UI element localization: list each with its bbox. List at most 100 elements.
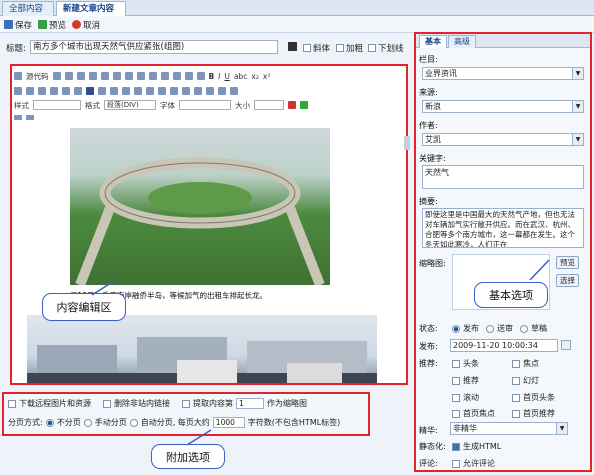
size-select[interactable] [254, 100, 284, 110]
format-select[interactable]: 段落(DIV) [104, 100, 156, 110]
cut-icon[interactable] [76, 72, 85, 80]
anchor-icon[interactable] [146, 87, 154, 95]
title-input[interactable]: 南方多个城市出现天然气供应紧张(组图) [30, 40, 278, 54]
undo-icon[interactable] [136, 72, 145, 80]
bold-checkbox[interactable]: 加粗 [336, 42, 363, 54]
tab-new-article[interactable]: 新建文章内容 [56, 1, 126, 16]
indent-icon[interactable] [50, 87, 58, 95]
status-review-option[interactable]: 送审 [486, 323, 513, 334]
save-button[interactable]: 保存 [4, 18, 32, 31]
recommend-home-focus-checkbox[interactable]: 首页焦点 [452, 408, 495, 419]
extract-index-input[interactable]: 1 [236, 398, 264, 409]
outdent-icon[interactable] [38, 87, 46, 95]
special-char-icon[interactable] [218, 87, 226, 95]
strike-icon[interactable]: abc [234, 72, 247, 81]
quality-value: 非精华 [453, 424, 477, 433]
auto-paging-label: 自动分页, 每页大约 [140, 418, 210, 427]
recommend-recommend-checkbox[interactable]: 推荐 [452, 375, 479, 386]
summary-textarea[interactable]: 即使这里是中国最大的天然气产地，但也无法对车辆加气实行敞开供应。而在武汉、杭州、… [422, 208, 584, 248]
recommend-focus-checkbox[interactable]: 焦点 [512, 358, 539, 369]
link-icon[interactable] [122, 87, 130, 95]
author-label: 作者: [419, 121, 438, 130]
remove-links-checkbox[interactable] [103, 399, 111, 408]
font-select[interactable] [179, 100, 231, 110]
style-select[interactable] [33, 100, 81, 110]
tab-basic[interactable]: 基本 [419, 35, 447, 48]
flash-icon[interactable] [170, 87, 178, 95]
recommend-home-recommend-checkbox[interactable]: 首页推荐 [512, 408, 555, 419]
select-all-icon[interactable] [184, 72, 193, 80]
select-thumb-button[interactable]: 选择 [556, 274, 579, 287]
calendar-icon[interactable] [561, 340, 571, 350]
cancel-button[interactable]: 取消 [72, 18, 100, 31]
text-color-icon[interactable] [288, 101, 296, 109]
bold-icon[interactable]: B [209, 72, 215, 81]
preview-label: 预览 [49, 20, 67, 31]
underline-checkbox[interactable]: 下划线 [368, 42, 404, 54]
smiley-icon[interactable] [206, 87, 214, 95]
preview-thumb-button[interactable]: 预览 [556, 256, 579, 269]
recommend-home-headline-checkbox[interactable]: 首页头条 [512, 392, 555, 403]
italic-checkbox[interactable]: 斜体 [303, 42, 330, 54]
summary-label: 摘要: [419, 197, 438, 206]
status-publish-option[interactable]: 发布 [452, 323, 479, 334]
status-draft-option[interactable]: 草稿 [520, 323, 547, 334]
preview-button[interactable]: 预览 [38, 18, 66, 31]
recommend-slide-checkbox[interactable]: 幻灯 [512, 375, 539, 386]
keywords-input[interactable]: 天然气 [422, 165, 584, 189]
bg-color-icon[interactable] [300, 101, 308, 109]
download-remote-checkbox[interactable] [8, 399, 16, 408]
replace-icon[interactable] [172, 72, 181, 80]
preview-doc-icon[interactable] [64, 72, 73, 80]
source-label[interactable]: 源代码 [26, 71, 49, 82]
recommend-home-recommend-label: 首页推荐 [523, 409, 555, 418]
redo-icon[interactable] [148, 72, 157, 80]
manual-paging-radio[interactable] [83, 418, 92, 427]
new-page-icon[interactable] [52, 72, 61, 80]
rule-icon[interactable] [194, 87, 202, 95]
author-select[interactable]: 艾凯 ▼ [422, 133, 584, 146]
paste-icon[interactable] [100, 72, 109, 80]
quality-select[interactable]: 非精华 ▼ [450, 422, 568, 435]
italic-icon[interactable]: I [218, 72, 220, 81]
tab-advanced[interactable]: 高级 [448, 35, 476, 48]
allow-comment-checkbox[interactable]: 允许评论 [452, 458, 495, 469]
unordered-list-icon[interactable] [26, 87, 34, 95]
editor-content-area[interactable]: 月13日，重庆南岸融侨半岛，等候加气的出租车排起长龙。 [12, 120, 406, 383]
paste-text-icon[interactable] [112, 72, 121, 80]
unlink-icon[interactable] [134, 87, 142, 95]
table-icon[interactable] [182, 87, 190, 95]
publish-date-input[interactable]: 2009-11-20 10:00:34 [450, 339, 558, 352]
align-right-icon[interactable] [98, 87, 106, 95]
chars-per-page-input[interactable]: 1000 [212, 417, 245, 428]
justify-icon[interactable] [110, 87, 118, 95]
align-center-icon[interactable] [86, 87, 94, 95]
extract-content-checkbox[interactable] [182, 399, 190, 408]
underline-icon[interactable]: U [224, 72, 230, 81]
align-left-icon[interactable] [74, 87, 82, 95]
recommend-scroll-checkbox[interactable]: 滚动 [452, 392, 479, 403]
auto-paging-radio[interactable] [129, 418, 138, 427]
subscript-icon[interactable]: x₂ [251, 72, 258, 81]
recommend-scroll-label: 滚动 [463, 393, 479, 402]
recommend-headline-checkbox[interactable]: 头条 [452, 358, 479, 369]
tab-all-content[interactable]: 全部内容 [2, 1, 54, 16]
remove-format-icon[interactable] [196, 72, 205, 80]
superscript-icon[interactable]: x² [263, 72, 270, 81]
find-icon[interactable] [160, 72, 169, 80]
recommend-slide-label: 幻灯 [523, 376, 539, 385]
copy-icon[interactable] [88, 72, 97, 80]
blockquote-icon[interactable] [62, 87, 70, 95]
source-icon[interactable] [14, 72, 22, 80]
paste-word-icon[interactable] [124, 72, 133, 80]
page-break-icon[interactable] [230, 87, 238, 95]
generate-html-checkbox[interactable]: 生成HTML [452, 441, 501, 452]
column-select[interactable]: 业界资讯 ▼ [422, 67, 584, 80]
color-picker-icon[interactable] [288, 42, 297, 51]
splitter-handle[interactable] [404, 136, 410, 150]
source-select[interactable]: 新浪 ▼ [422, 100, 584, 113]
ordered-list-icon[interactable] [14, 87, 22, 95]
no-paging-radio[interactable] [45, 418, 54, 427]
static-label: 静态化: [419, 442, 446, 451]
image-icon[interactable] [158, 87, 166, 95]
